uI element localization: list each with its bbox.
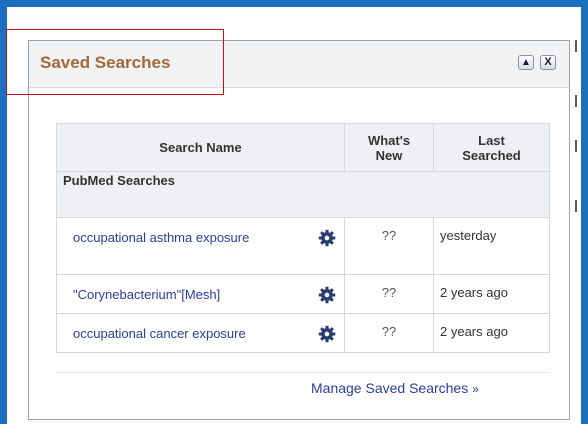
title-highlight-box [6, 29, 224, 95]
column-header-last-searched: Last Searched [433, 123, 550, 172]
header-last-line1: Last [478, 132, 505, 148]
saved-searches-table: Search Name What's New Last Searched Pub… [56, 123, 550, 353]
manage-saved-searches-link[interactable]: Manage Saved Searches » [311, 380, 479, 396]
table-row: occupational asthma exposure ?? yesterda… [56, 217, 550, 275]
search-link[interactable]: "Corynebacterium"[Mesh] [73, 287, 220, 302]
gear-icon[interactable] [318, 229, 336, 247]
collapse-icon[interactable]: ▲ [518, 55, 534, 70]
whats-new-cell: ?? [344, 217, 434, 275]
collapse-glyph: ▲ [521, 56, 531, 68]
whats-new-cell: ?? [344, 313, 434, 353]
search-name-cell: occupational asthma exposure [56, 217, 345, 275]
gear-icon[interactable] [318, 286, 336, 304]
table-row: occupational cancer exposure ?? 2 years … [56, 313, 550, 353]
table-header-row: Search Name What's New Last Searched [56, 123, 550, 172]
whats-new-cell: ?? [344, 274, 434, 314]
table-row: "Corynebacterium"[Mesh] ?? 2 years ago [56, 274, 550, 314]
saved-searches-panel: Saved Searches ▲ X Search Name What's Ne… [28, 40, 570, 420]
group-row: PubMed Searches [56, 171, 550, 218]
manage-link-arrow: » [472, 382, 479, 396]
search-link[interactable]: occupational asthma exposure [73, 230, 249, 245]
header-whats-new-line1: What's [367, 132, 411, 148]
background-edge [575, 40, 581, 220]
group-label: PubMed Searches [56, 171, 550, 218]
search-link[interactable]: occupational cancer exposure [73, 326, 246, 341]
header-whats-new-line2: New [375, 147, 403, 163]
header-last-line2: Searched [462, 147, 521, 163]
close-glyph: X [544, 56, 552, 68]
column-header-whats-new: What's New [344, 123, 434, 172]
header-name-label: Search Name [159, 140, 242, 155]
search-name-cell: occupational cancer exposure [56, 313, 345, 353]
last-searched-cell: yesterday [433, 217, 550, 275]
column-header-search-name: Search Name [56, 123, 345, 172]
manage-link-label: Manage Saved Searches [311, 380, 469, 396]
footer-divider [56, 372, 550, 373]
last-searched-cell: 2 years ago [433, 313, 550, 353]
gear-icon[interactable] [318, 325, 336, 343]
close-icon[interactable]: X [540, 55, 556, 70]
last-searched-cell: 2 years ago [433, 274, 550, 314]
search-name-cell: "Corynebacterium"[Mesh] [56, 274, 345, 314]
